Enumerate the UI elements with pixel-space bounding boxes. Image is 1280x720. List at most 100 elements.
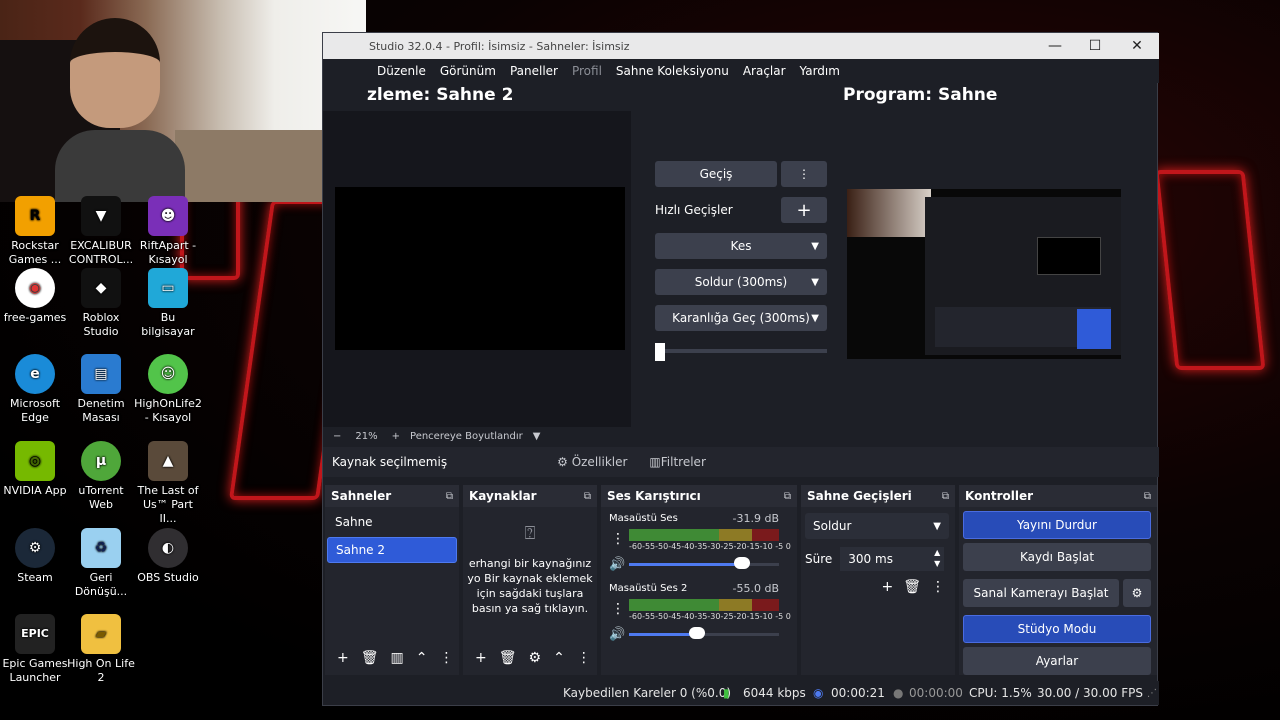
preview-area[interactable]	[323, 111, 631, 427]
quick-transition-cut[interactable]: Kes ▼	[655, 233, 827, 259]
caret-down-icon[interactable]: ▼	[533, 431, 541, 442]
transition-button[interactable]: Geçiş	[655, 161, 777, 187]
neon-letter	[1154, 170, 1266, 370]
desktop-icon-this-pc[interactable]: ▭ Bu bilgisayar	[133, 268, 203, 339]
transition-select[interactable]: Soldur ▼	[805, 513, 949, 539]
kebab-icon: ⋮	[798, 167, 810, 181]
settings-button[interactable]: Ayarlar	[963, 647, 1151, 675]
program-recursive-capture	[925, 197, 1121, 355]
program-view	[847, 189, 1121, 359]
duration-spinbox[interactable]: 300 ms ▲ ▼	[840, 547, 945, 571]
move-up-icon[interactable]: ⌃	[416, 650, 428, 666]
gear-icon: ⚙	[1131, 586, 1143, 600]
cpu-usage: CPU: 1.5%	[969, 686, 1032, 700]
source-toolbar: Kaynak seçilmemiş ⚙ Özellikler ▥Filtrele…	[323, 447, 1159, 477]
add-quick-transition-button[interactable]: +	[781, 197, 827, 223]
desktop-icon-recycle-bin[interactable]: ♻ Geri Dönüşü...	[66, 528, 136, 599]
speaker-icon[interactable]: 🔊	[609, 627, 625, 642]
plus-icon: +	[796, 199, 812, 221]
kebab-icon[interactable]: ⋮	[439, 650, 453, 666]
menu-help[interactable]: Yardım	[800, 64, 840, 78]
source-settings-icon[interactable]: ⚙	[529, 650, 542, 666]
spin-arrows-icon[interactable]: ▲ ▼	[934, 547, 940, 569]
desktop-icon-steam[interactable]: ⚙ Steam	[0, 528, 70, 585]
chevron-down-icon: ▼	[811, 276, 819, 288]
desktop-icon-roblox[interactable]: ◆ Roblox Studio	[66, 268, 136, 339]
desktop-icon-free-games[interactable]: ◉ free-games	[0, 268, 70, 325]
t-bar-handle[interactable]	[655, 343, 665, 361]
menu-tools[interactable]: Araçlar	[743, 64, 786, 78]
move-up-icon[interactable]: ⌃	[553, 650, 565, 666]
volume-slider-handle[interactable]	[733, 557, 750, 569]
stream-icon: ◉	[813, 686, 824, 700]
start-virtual-camera-button[interactable]: Sanal Kamerayı Başlat	[963, 579, 1119, 607]
plus-icon[interactable]: +	[881, 579, 893, 595]
volume-slider[interactable]	[629, 563, 779, 566]
kebab-icon[interactable]: ⋮	[577, 650, 591, 666]
desktop-icon-excalibur[interactable]: ▼ EXCALIBUR CONTROL...	[66, 196, 136, 267]
obs-icon: ◐	[148, 528, 188, 568]
dock-icon[interactable]: ⧉	[784, 491, 791, 502]
menu-docks[interactable]: Paneller	[510, 64, 558, 78]
desktop-icon-highonlife-folder[interactable]: ▰ High On Life 2	[66, 614, 136, 685]
desktop-icon-utorrent[interactable]: µ uTorrent Web	[66, 441, 136, 512]
menu-edit[interactable]: Düzenle	[377, 64, 426, 78]
zoom-in-button[interactable]: +	[392, 431, 400, 442]
dock-icon[interactable]: ⧉	[942, 491, 949, 502]
transition-menu-button[interactable]: ⋮	[781, 161, 827, 187]
filters-button[interactable]: ▥Filtreler	[649, 455, 705, 469]
scene-transitions-panel: Sahne Geçişleri ⧉ Soldur ▼ Süre 300 ms ▲ ▼ …	[801, 485, 955, 675]
dock-icon[interactable]: ⧉	[446, 491, 453, 502]
menu-view[interactable]: Görünüm	[440, 64, 496, 78]
filter-icon: ▥	[649, 455, 661, 469]
preview-canvas[interactable]	[335, 187, 625, 350]
start-recording-button[interactable]: Kaydı Başlat	[963, 543, 1151, 571]
speaker-icon[interactable]: 🔊	[609, 557, 625, 572]
dock-icon[interactable]: ⧉	[1144, 491, 1151, 502]
desktop-icon-rockstar[interactable]: R Rockstar Games ...	[0, 196, 70, 267]
channel-name: Masaüstü Ses 2	[609, 583, 688, 594]
remove-source-icon[interactable]: 🗑	[499, 650, 517, 666]
mixer-channel: Masaüstü Ses -31.9 dB ⋮ -60-55-50-45-40-…	[601, 507, 797, 577]
menu-scene-collection[interactable]: Sahne Koleksiyonu	[616, 64, 729, 78]
scene-filters-icon[interactable]: ▥	[391, 650, 404, 666]
virtual-camera-settings-button[interactable]: ⚙	[1123, 579, 1151, 607]
desktop-icon-edge[interactable]: e Microsoft Edge	[0, 354, 70, 425]
kebab-icon[interactable]: ⋮	[931, 579, 945, 595]
quick-transition-fade[interactable]: Soldur (300ms) ▼	[655, 269, 827, 295]
add-source-icon[interactable]: +	[475, 650, 487, 666]
desktop-icon-control-panel[interactable]: ▤ Denetim Masası	[66, 354, 136, 425]
scene-item[interactable]: Sahne	[327, 509, 457, 535]
zoom-out-button[interactable]: −	[333, 431, 341, 442]
remove-scene-icon[interactable]: 🗑	[361, 650, 379, 666]
kebab-icon[interactable]: ⋮	[611, 601, 625, 617]
dock-icon[interactable]: ⧉	[584, 491, 591, 502]
scene-item-selected[interactable]: Sahne 2	[327, 537, 457, 563]
desktop-icon-obs[interactable]: ◐ OBS Studio	[133, 528, 203, 585]
desktop-icon-riftapart[interactable]: ☻ RiftApart - Kısayol	[133, 196, 203, 267]
t-bar-slider[interactable]	[655, 343, 827, 361]
fit-to-window-button[interactable]: Pencereye Boyutlandır	[410, 431, 523, 442]
resize-grip-icon[interactable]: ⋰	[1147, 688, 1157, 699]
desktop-icon-tlou2[interactable]: ▲ The Last of Us™ Part II...	[133, 441, 203, 526]
minimize-button[interactable]: —	[1035, 33, 1075, 59]
quick-transition-fade-black[interactable]: Karanlığa Geç (300ms) ▼	[655, 305, 827, 331]
studio-mode-button[interactable]: Stüdyo Modu	[963, 615, 1151, 643]
desktop-icon-highonlife2[interactable]: ☺ HighOnLife2 - Kısayol	[133, 354, 203, 425]
menu-profile[interactable]: Profil	[572, 64, 602, 78]
desktop-icon-epic[interactable]: EPIC Epic Games Launcher	[0, 614, 70, 685]
trash-icon[interactable]: 🗑	[903, 579, 921, 595]
properties-button[interactable]: ⚙ Özellikler	[557, 455, 627, 469]
webcam-overlay	[0, 0, 366, 202]
stop-streaming-button[interactable]: Yayını Durdur	[963, 511, 1151, 539]
kebab-icon[interactable]: ⋮	[611, 531, 625, 547]
add-scene-icon[interactable]: +	[337, 650, 349, 666]
question-icon: ⍰	[524, 523, 536, 544]
scenes-toolbar: + 🗑 ▥ ⌃ ⋮	[325, 647, 453, 669]
volume-slider-handle[interactable]	[688, 627, 705, 639]
desktop-icon-nvidia[interactable]: ◎ NVIDIA App	[0, 441, 70, 498]
close-button[interactable]: ✕	[1117, 33, 1157, 59]
scenes-panel: Sahneler ⧉ Sahne Sahne 2 + 🗑 ▥ ⌃ ⋮	[325, 485, 459, 675]
monitor-icon: ▭	[148, 268, 188, 308]
maximize-button[interactable]: ☐	[1075, 33, 1115, 59]
